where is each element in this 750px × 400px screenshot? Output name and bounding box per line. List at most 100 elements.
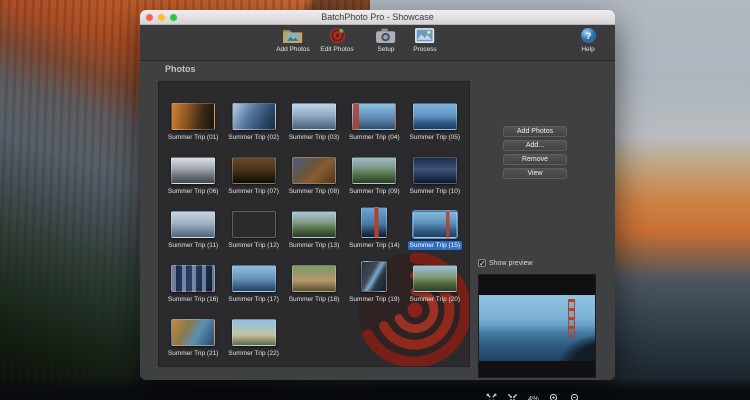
photo-item[interactable]: Summer Trip (22) bbox=[223, 304, 283, 358]
add-button[interactable]: Add... bbox=[503, 140, 567, 151]
photo-label: Summer Trip (08) bbox=[288, 188, 340, 195]
fit-to-window-icon[interactable] bbox=[486, 393, 497, 400]
photo-thumbnail bbox=[411, 210, 458, 239]
app-window: BatchPhoto Pro - Showcase Add Photos Edi… bbox=[140, 10, 615, 400]
traffic-lights bbox=[146, 14, 177, 21]
photo-thumbnail bbox=[231, 103, 276, 130]
photo-thumbnail bbox=[291, 157, 336, 184]
photo-item[interactable]: Summer Trip (16) bbox=[163, 250, 223, 304]
window-title: BatchPhoto Pro - Showcase bbox=[321, 12, 434, 22]
preview-image bbox=[479, 295, 595, 361]
photo-label: Summer Trip (20) bbox=[409, 296, 461, 303]
actual-size-icon[interactable] bbox=[507, 393, 518, 400]
toolbar-label: Edit Photos bbox=[320, 46, 354, 53]
toolbar-help[interactable]: ? Help bbox=[562, 27, 614, 53]
show-preview-checkbox[interactable]: ✓ Show preview bbox=[478, 259, 533, 268]
photo-thumbnail bbox=[231, 265, 276, 292]
photo-thumbnail bbox=[171, 103, 216, 130]
photo-item[interactable]: Summer Trip (17) bbox=[223, 250, 283, 304]
golden-gate-tower bbox=[568, 299, 575, 337]
photo-thumbnail bbox=[171, 265, 216, 292]
zoom-level-label[interactable]: 4% bbox=[528, 394, 539, 400]
photo-item[interactable]: Summer Trip (03) bbox=[284, 88, 344, 142]
photo-item[interactable]: Summer Trip (06) bbox=[163, 142, 223, 196]
add-photos-button[interactable]: Add Photos bbox=[503, 126, 567, 137]
photo-item[interactable]: Summer Trip (21) bbox=[163, 304, 223, 358]
photo-thumbnail bbox=[361, 207, 388, 238]
photo-label: Summer Trip (06) bbox=[167, 188, 219, 195]
photo-label: Summer Trip (21) bbox=[167, 350, 219, 357]
photo-label: Summer Trip (07) bbox=[228, 188, 279, 195]
photo-item[interactable]: Summer Trip (02) bbox=[223, 88, 283, 142]
view-button[interactable]: View bbox=[503, 168, 567, 179]
photo-item[interactable]: Summer Trip (04) bbox=[344, 88, 404, 142]
photo-thumbnail bbox=[171, 319, 216, 346]
photo-item[interactable]: Summer Trip (10) bbox=[405, 142, 465, 196]
help-icon: ? bbox=[562, 27, 614, 45]
zoom-in-icon[interactable] bbox=[549, 393, 560, 400]
photo-thumbnail bbox=[412, 103, 457, 130]
close-button[interactable] bbox=[146, 14, 153, 21]
photo-item[interactable]: Summer Trip (09) bbox=[344, 142, 404, 196]
photo-label: Summer Trip (17) bbox=[228, 296, 279, 303]
photo-thumbnail bbox=[291, 211, 336, 238]
zoom-button[interactable] bbox=[170, 14, 177, 21]
remove-button[interactable]: Remove bbox=[503, 154, 567, 165]
photo-label: Summer Trip (09) bbox=[349, 188, 400, 195]
zoom-out-icon[interactable] bbox=[570, 393, 581, 400]
svg-text:?: ? bbox=[585, 31, 591, 42]
photo-thumbnail bbox=[291, 103, 336, 130]
photo-item[interactable]: Summer Trip (11) bbox=[163, 196, 223, 250]
photos-header: Photos bbox=[165, 64, 196, 74]
photo-item[interactable]: Summer Trip (01) bbox=[163, 88, 223, 142]
photo-label: Summer Trip (13) bbox=[288, 242, 340, 249]
toolbar-label: Help bbox=[581, 46, 595, 53]
photo-thumbnail bbox=[291, 265, 336, 292]
photo-item[interactable]: Summer Trip (13) bbox=[284, 196, 344, 250]
photo-item[interactable]: Summer Trip (05) bbox=[405, 88, 465, 142]
photos-panel: Summer Trip (01) Summer Trip (02) Summer… bbox=[158, 81, 470, 367]
photo-label: Summer Trip (03) bbox=[288, 134, 340, 141]
photo-item[interactable]: Summer Trip (19) bbox=[344, 250, 404, 304]
photo-thumbnail bbox=[171, 157, 216, 184]
photo-thumbnail bbox=[231, 157, 276, 184]
screen: BatchPhoto Pro - Showcase Add Photos Edi… bbox=[0, 0, 750, 400]
process-icon bbox=[399, 27, 451, 45]
photo-label: Summer Trip (01) bbox=[167, 134, 219, 141]
photo-item[interactable]: Summer Trip (08) bbox=[284, 142, 344, 196]
photo-item[interactable]: Summer Trip (15) bbox=[405, 196, 465, 250]
photo-label: Summer Trip (19) bbox=[349, 296, 400, 303]
photo-thumbnail bbox=[352, 157, 397, 184]
photo-item[interactable]: Summer Trip (20) bbox=[405, 250, 465, 304]
checkbox-check-icon: ✓ bbox=[478, 259, 486, 268]
photo-label: Summer Trip (16) bbox=[167, 296, 219, 303]
photo-thumbnail bbox=[412, 265, 457, 292]
photo-thumbnail bbox=[171, 211, 216, 238]
toolbar: Add Photos Edit Photos Setup Process ? H… bbox=[140, 25, 615, 61]
window-content: Photos Summer Trip (01) Summer Trip (02)… bbox=[140, 61, 615, 400]
toolbar-process[interactable]: Process bbox=[399, 27, 451, 53]
photo-label: Summer Trip (02) bbox=[228, 134, 279, 141]
photo-thumbnail bbox=[352, 103, 397, 130]
photo-label: Summer Trip (12) bbox=[228, 242, 279, 249]
photo-label: Summer Trip (22) bbox=[228, 350, 279, 357]
minimize-button[interactable] bbox=[158, 14, 165, 21]
photo-label: Summer Trip (14) bbox=[349, 242, 400, 249]
titlebar[interactable]: BatchPhoto Pro - Showcase bbox=[140, 10, 615, 25]
edit-photos-icon bbox=[311, 27, 363, 45]
preview-pane bbox=[478, 274, 596, 378]
photo-item[interactable]: Summer Trip (18) bbox=[284, 250, 344, 304]
photo-item[interactable]: Summer Trip (12) bbox=[223, 196, 283, 250]
photo-thumbnail bbox=[231, 319, 276, 346]
photo-thumbnail bbox=[412, 157, 457, 184]
photo-item[interactable]: Summer Trip (07) bbox=[223, 142, 283, 196]
toolbar-label: Process bbox=[413, 46, 437, 53]
photo-item[interactable]: Summer Trip (14) bbox=[344, 196, 404, 250]
show-preview-label: Show preview bbox=[489, 259, 533, 267]
photo-label: Summer Trip (05) bbox=[409, 134, 461, 141]
photo-label: Summer Trip (10) bbox=[409, 188, 461, 195]
photo-thumbnail bbox=[231, 211, 276, 238]
photo-grid: Summer Trip (01) Summer Trip (02) Summer… bbox=[159, 82, 469, 364]
toolbar-edit-photos[interactable]: Edit Photos bbox=[311, 27, 363, 53]
photo-label: Summer Trip (15) bbox=[407, 241, 463, 250]
